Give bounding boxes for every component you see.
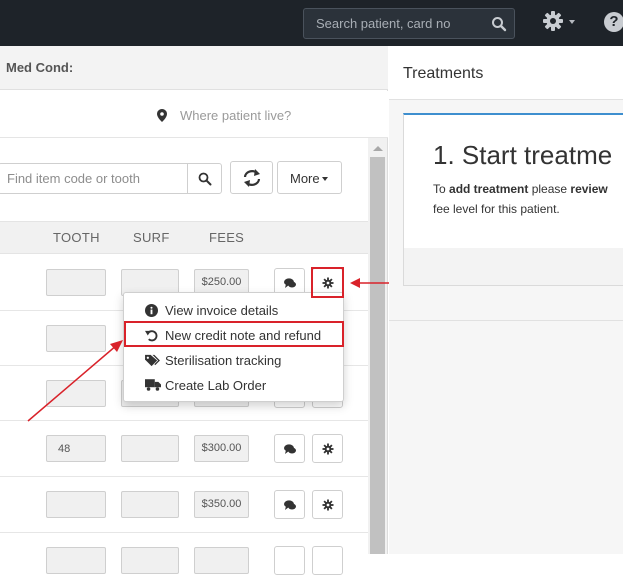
info-circle-icon: [145, 304, 158, 317]
location-placeholder[interactable]: Where patient live?: [180, 108, 291, 123]
menu-item-label: View invoice details: [165, 303, 279, 318]
row-settings-button[interactable]: [312, 434, 343, 463]
item-code-search-input[interactable]: [0, 163, 188, 194]
comments-icon: [283, 443, 296, 454]
start-treatment-description-line2: fee level for this patient.: [433, 202, 560, 216]
start-treatment-description: To add treatment please review: [433, 182, 608, 196]
annotation-highlight-box: [124, 321, 344, 347]
tooth-field[interactable]: [46, 325, 106, 352]
desc-bold-review: review: [570, 182, 608, 196]
cog-icon: [322, 443, 333, 454]
start-treatment-heading: 1. Start treatme: [433, 140, 613, 170]
cog-icon: [322, 499, 333, 510]
row-divider: [0, 532, 368, 533]
divider: [389, 320, 623, 321]
patient-search-box: [303, 8, 515, 39]
chevron-down-icon: [569, 20, 575, 24]
tooth-field[interactable]: [46, 547, 106, 574]
notes-button[interactable]: [274, 546, 305, 575]
desc-text: To: [433, 182, 450, 196]
chevron-down-icon: [322, 177, 328, 181]
more-label: More: [290, 171, 320, 186]
surf-field[interactable]: [121, 491, 179, 518]
row-settings-button[interactable]: [312, 546, 343, 575]
gear-icon[interactable]: [542, 10, 564, 32]
fees-column-header: FEES: [209, 230, 245, 245]
fee-field[interactable]: $300.00: [194, 435, 249, 462]
menu-item-create-lab-order[interactable]: Create Lab Order: [124, 374, 345, 398]
refresh-icon: [243, 169, 261, 187]
menu-item-label: Sterilisation tracking: [165, 353, 282, 368]
help-icon[interactable]: ?: [604, 12, 623, 32]
notes-button[interactable]: [274, 434, 305, 463]
row-divider: [0, 420, 368, 421]
item-search-button[interactable]: [187, 163, 222, 194]
tooth-column-header: TOOTH: [53, 230, 100, 245]
tooth-field[interactable]: [46, 491, 106, 518]
surf-column-header: SURF: [133, 230, 170, 245]
tooth-field[interactable]: 48: [46, 435, 106, 462]
surf-field[interactable]: [121, 547, 179, 574]
start-treatment-card-footer: [403, 248, 623, 286]
row-divider: [0, 476, 368, 477]
fee-field[interactable]: $350.00: [194, 491, 249, 518]
tags-icon: [145, 354, 160, 367]
menu-item-sterilisation-tracking[interactable]: Sterilisation tracking: [124, 349, 345, 373]
tooth-field[interactable]: [46, 269, 106, 296]
tooth-value: 48: [58, 443, 71, 455]
desc-text: please: [528, 182, 571, 196]
tooth-field[interactable]: [46, 380, 106, 407]
surf-field[interactable]: [121, 435, 179, 462]
start-treatment-card: [403, 113, 623, 248]
notes-button[interactable]: [274, 490, 305, 519]
menu-item-label: Create Lab Order: [165, 378, 267, 393]
truck-icon: [145, 379, 161, 391]
search-icon[interactable]: [490, 15, 508, 33]
comments-icon: [283, 499, 296, 510]
med-cond-label: Med Cond:: [6, 60, 74, 75]
refresh-button[interactable]: [230, 161, 273, 194]
scrollbar-thumb[interactable]: [370, 157, 385, 554]
scroll-up-arrow-icon[interactable]: [373, 146, 383, 151]
search-icon: [198, 172, 212, 186]
menu-item-view-invoice-details[interactable]: View invoice details: [124, 299, 345, 323]
row-actions-menu: View invoice details New credit note and…: [123, 292, 344, 402]
treatments-title: Treatments: [403, 65, 484, 82]
cog-icon: [322, 277, 333, 288]
patient-search-input[interactable]: [304, 9, 496, 38]
comments-icon: [283, 277, 296, 288]
row-settings-button[interactable]: [312, 490, 343, 519]
desc-bold-add-treatment: add treatment: [449, 182, 529, 196]
more-button[interactable]: More: [277, 161, 342, 194]
fee-field[interactable]: [194, 547, 249, 574]
map-marker-icon: [157, 109, 167, 122]
